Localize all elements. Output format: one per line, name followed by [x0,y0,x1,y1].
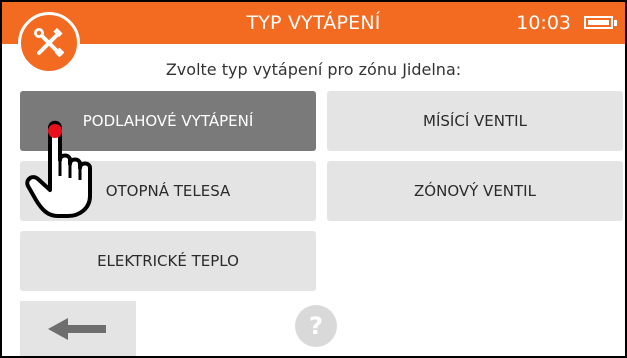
battery-icon [584,16,617,29]
battery-tip [614,20,617,26]
option-label: ZÓNOVÝ VENTIL [414,182,536,200]
zone-prompt: Zvolte typ vytápení pro zónu Jidelna: [165,60,462,79]
help-icon: ? [309,312,323,340]
hand-pointer-icon [25,120,92,218]
back-button[interactable] [20,301,136,356]
option-label: MÍSÍCÍ VENTIL [423,112,527,130]
option-label: ELEKTRICKÉ TEPLO [97,252,239,270]
option-label: OTOPNÁ TELESA [105,182,231,200]
help-button[interactable]: ? [295,305,337,347]
settings-wrench-screwdriver-icon [34,27,65,58]
option-elektricke-teplo[interactable]: ELEKTRICKÉ TEPLO [20,231,316,291]
arrow-left-icon [48,317,106,340]
battery-level [588,20,609,25]
option-misici-ventil[interactable]: MÍSÍCÍ VENTIL [327,91,623,151]
header-bar: TYP VYTÁPENÍ 10:03 [2,2,625,44]
clock: 10:03 [516,12,571,34]
option-zonovy-ventil[interactable]: ZÓNOVÝ VENTIL [327,161,623,221]
device-screen: TYP VYTÁPENÍ 10:03 Zvolte typ vytápení p… [0,0,627,358]
settings-button[interactable] [18,12,80,74]
